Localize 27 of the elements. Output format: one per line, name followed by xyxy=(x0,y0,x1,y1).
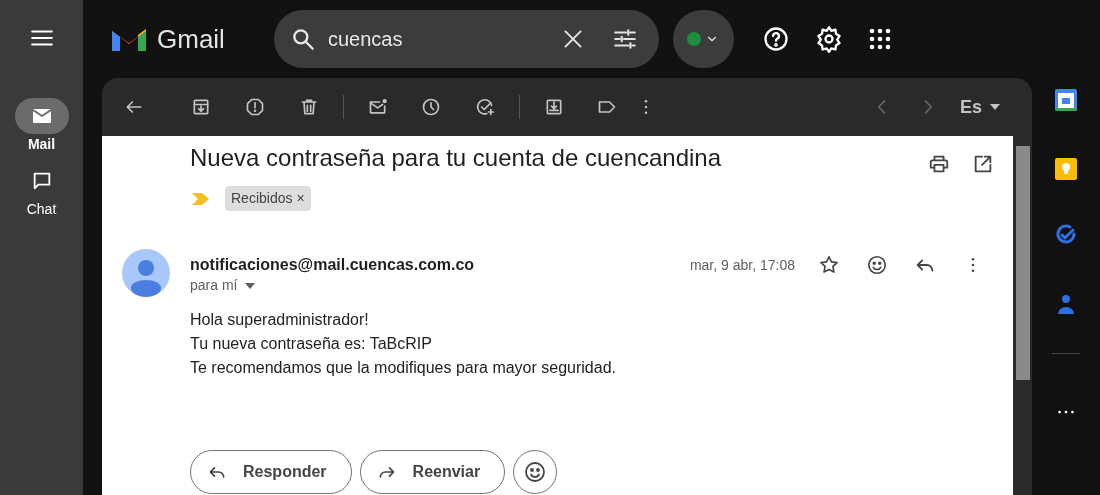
reply-button[interactable]: Responder xyxy=(190,450,352,494)
input-tools-button[interactable]: Es xyxy=(959,87,1000,127)
label-chip: Recibidos × xyxy=(225,186,311,211)
message-line: Tu nueva contraseña es: TaBcRIP xyxy=(190,334,433,354)
search-bar[interactable]: cuencas xyxy=(273,10,659,68)
sender-avatar xyxy=(122,249,170,297)
remove-label-button[interactable]: × xyxy=(296,188,305,209)
scrollbar-thumb[interactable] xyxy=(1016,146,1030,380)
caret-icon xyxy=(990,104,1000,110)
calendar-icon[interactable] xyxy=(1054,88,1078,112)
message-date: mar, 9 abr, 17:08 xyxy=(689,255,795,275)
emoji-reaction-button[interactable] xyxy=(513,450,558,494)
search-input[interactable]: cuencas xyxy=(325,23,553,55)
smiley-icon xyxy=(523,460,548,484)
message-line: Te recomendamos que la modifiques para mayor seguridad. xyxy=(190,358,617,378)
gmail-logo[interactable]: Gmail xyxy=(110,19,225,59)
email-subject: Nueva contraseña para tu cuenta de cuencandina xyxy=(190,144,723,173)
recipient-dropdown[interactable]: para mí xyxy=(190,275,256,296)
contacts-icon[interactable] xyxy=(1055,293,1077,315)
message-line: Hola superadministrador! xyxy=(190,310,370,330)
status-dot-icon xyxy=(687,32,702,46)
lightbulb-icon[interactable] xyxy=(1054,157,1078,181)
sender-address: notificaciones@mail.cuencas.com.co xyxy=(190,255,476,275)
forward-button[interactable]: Reenviar xyxy=(359,450,506,494)
rail-item[interactable]: Chat xyxy=(14,163,69,220)
caret-icon xyxy=(245,282,256,289)
importance-marker-icon[interactable] xyxy=(192,192,209,205)
